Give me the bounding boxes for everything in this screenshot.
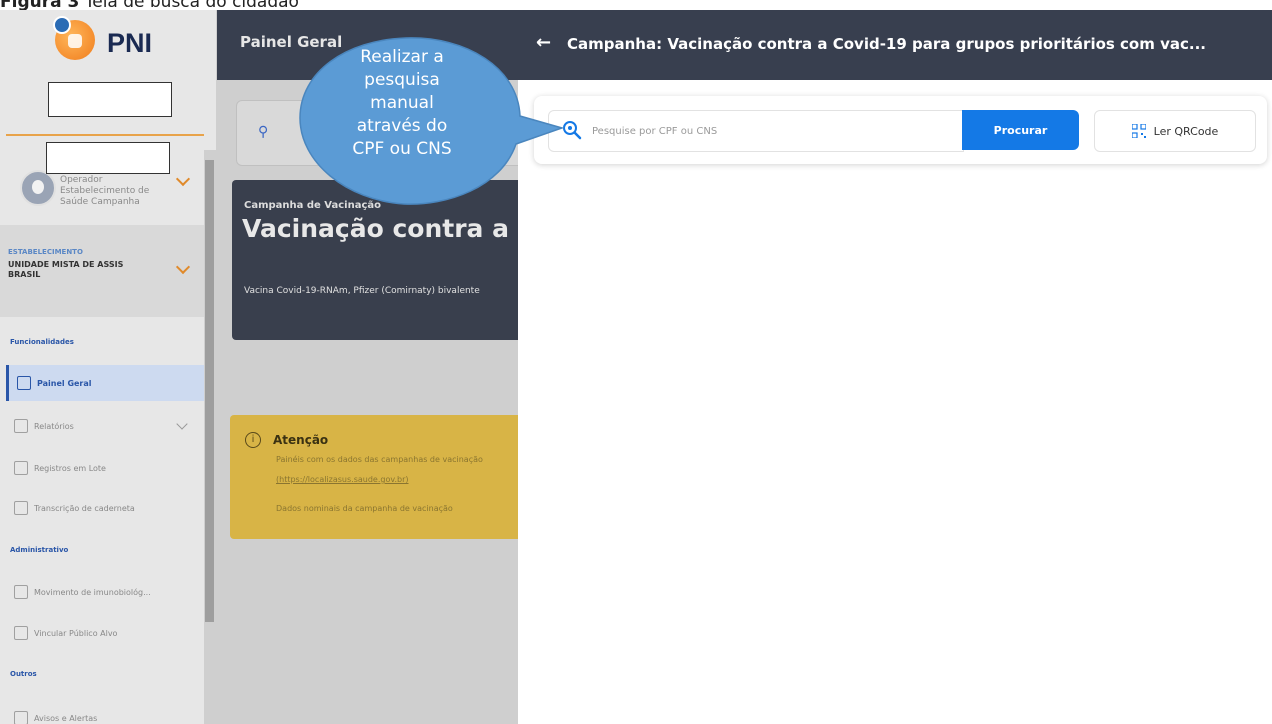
alert-text: Dados nominais da campanha de vacinação: [276, 504, 453, 513]
qrcode-button[interactable]: Ler QRCode: [1094, 110, 1256, 152]
callout-line: pesquisa: [364, 70, 440, 90]
search-button[interactable]: Procurar: [962, 110, 1079, 150]
sidebar-item-label: Movimento de imunobiológ...: [34, 587, 151, 597]
sidebar-item-vincular[interactable]: Vincular Público Alvo: [6, 615, 204, 651]
panel-title: Campanha: Vacinação contra a Covid-19 pa…: [567, 35, 1206, 53]
search-input[interactable]: [590, 120, 954, 142]
sidebar-item-painel-geral[interactable]: Painel Geral: [6, 365, 207, 401]
sidebar-item-label: Painel Geral: [37, 378, 92, 388]
alert-link[interactable]: (https://localizasus.saude.gov.br): [276, 475, 516, 484]
alert-title: Atenção: [273, 433, 329, 447]
redacted-box: [46, 142, 170, 174]
callout-text: Realizar a pesquisa manual através do CP…: [336, 46, 468, 161]
section-administrativo: Administrativo: [10, 546, 69, 554]
campaign-description: Vacina Covid-19-RNAm, Pfizer (Comirnaty)…: [244, 286, 480, 296]
bell-icon: [14, 711, 28, 724]
sidebar-scrollbar-thumb[interactable]: [205, 160, 214, 622]
campaign-title: Vacinação contra a Covid-19: [242, 214, 522, 243]
sidebar-item-transcricao[interactable]: Transcrição de caderneta: [6, 490, 204, 526]
sidebar-item-label: Transcrição de caderneta: [34, 503, 135, 513]
avatar[interactable]: [20, 170, 56, 206]
callout-line: CPF ou CNS: [352, 139, 452, 159]
monitor-icon: [17, 376, 31, 390]
logo: PNI: [0, 10, 216, 80]
sidebar-item-label: Avisos e Alertas: [34, 713, 98, 723]
pni-logo-icon: [53, 16, 95, 60]
syringe-icon: [14, 461, 28, 475]
section-outros: Outros: [10, 670, 37, 678]
logo-text: PNI: [107, 28, 153, 58]
sidebar-item-relatorios[interactable]: Relatórios: [6, 408, 204, 444]
qrcode-icon: [1131, 124, 1146, 138]
divider: [6, 134, 204, 136]
sidebar-item-movimento[interactable]: Movimento de imunobiológ...: [6, 574, 204, 610]
sidebar-item-label: Relatórios: [34, 421, 74, 431]
sidebar-item-label: Vincular Público Alvo: [34, 628, 118, 638]
info-icon: i: [245, 432, 261, 448]
callout-line: através do: [356, 116, 448, 136]
operator-role: Operador: [60, 175, 103, 185]
establishment-name: UNIDADE MISTA DE ASSIS BRASIL: [8, 260, 124, 279]
user-icon: [14, 626, 28, 640]
search-icon: ⚲: [258, 124, 269, 140]
sidebar-item-registros-em-lote[interactable]: Registros em Lote: [6, 450, 204, 486]
alert-text: Painéis com os dados das campanhas de va…: [276, 455, 483, 464]
section-funcionalidades: Funcionalidades: [10, 338, 74, 346]
reports-icon: [14, 419, 28, 433]
chevron-down-icon: [176, 418, 188, 430]
sidebar-item-avisos[interactable]: Avisos e Alertas: [6, 700, 204, 724]
redacted-box: [48, 82, 172, 117]
operator-info: Operador Estabelecimento de Saúde Campan…: [60, 175, 180, 208]
qrcode-button-label: Ler QRCode: [1153, 124, 1219, 138]
sidebar-item-label: Registros em Lote: [34, 463, 106, 473]
callout-line: Realizar a: [360, 47, 444, 67]
operator-place: Estabelecimento de Saúde Campanha: [60, 186, 150, 207]
sidebar: PNI Operador Estabelecimento de Saúde Ca…: [0, 10, 217, 724]
callout-line: manual: [370, 93, 434, 113]
establishment-label: ESTABELECIMENTO: [8, 248, 83, 256]
booklet-icon: [14, 501, 28, 515]
movement-icon: [14, 585, 28, 599]
